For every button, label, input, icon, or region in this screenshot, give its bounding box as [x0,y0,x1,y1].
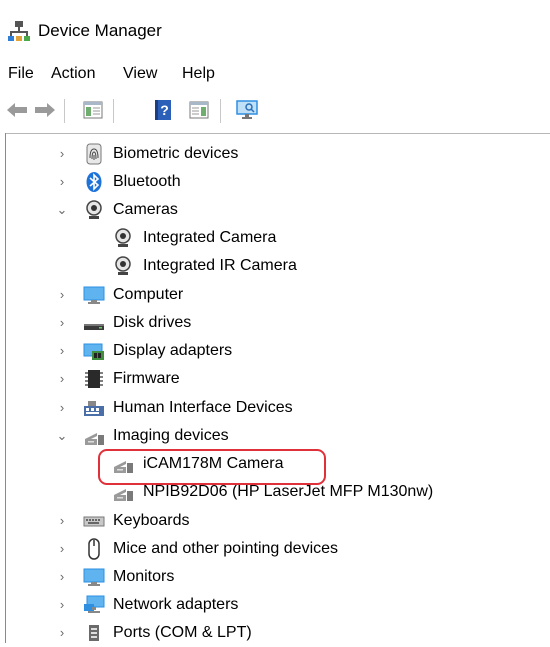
menu-file[interactable]: File [8,62,34,86]
title-bar: Device Manager [0,0,550,62]
chip-icon [85,370,103,388]
expand-chevron-icon[interactable]: › [55,541,69,557]
expand-chevron-icon[interactable]: › [55,371,69,387]
action-pane-icon [189,101,209,119]
tree-item-cameras[interactable]: ⌄ Cameras [6,196,550,224]
tree-item-label: Keyboards [113,512,190,529]
collapse-chevron-icon[interactable]: ⌄ [55,428,69,444]
toolbar-separator [113,99,114,123]
back-arrow-icon [7,103,27,117]
tree-item-label: Biometric devices [113,145,239,162]
tree-item-label: Monitors [113,568,175,585]
tree-item-label: Bluetooth [113,173,181,190]
tree-item-label: Human Interface Devices [113,399,293,416]
back-button[interactable] [4,97,30,123]
menu-help[interactable]: Help [182,62,215,86]
tree-item-disk-drives[interactable]: › Disk drives [6,309,550,337]
expand-chevron-icon[interactable]: › [55,569,69,585]
menu-action[interactable]: Action [51,62,95,86]
window-title: Device Manager [38,21,162,40]
tree-item-display-adapters[interactable]: › Display adapters [6,337,550,365]
fingerprint-icon [86,143,102,165]
keyboard-icon [83,516,105,527]
display-adapter-icon [83,343,104,360]
monitor-icon [83,568,105,586]
tree-item-label: Computer [113,286,184,303]
webcam-icon [115,256,131,275]
tree-item-label: Network adapters [113,596,239,613]
tree-border [5,133,550,134]
toolbar-separator [64,99,65,123]
tree-item-integrated-ir-camera[interactable]: Integrated IR Camera [6,252,550,280]
tree-item-bluetooth[interactable]: › Bluetooth [6,168,550,196]
disk-drive-icon [84,324,104,330]
console-tree-icon [83,101,103,119]
menu-view[interactable]: View [123,62,157,86]
tree-item-network-adapters[interactable]: › Network adapters [6,591,550,619]
scan-hardware-button[interactable] [234,97,260,123]
expand-chevron-icon[interactable]: › [55,146,69,162]
highlight-annotation [98,449,326,485]
tree-item-label: Firmware [113,370,180,387]
expand-chevron-icon[interactable]: › [55,315,69,331]
bluetooth-icon [86,172,102,192]
tree-item-firmware[interactable]: › Firmware [6,365,550,393]
tree-item-biometric-devices[interactable]: › Biometric devices [6,140,550,168]
tree-item-mice[interactable]: › Mice and other pointing devices [6,535,550,563]
network-adapter-icon [84,595,105,613]
expand-chevron-icon[interactable]: › [55,625,69,641]
toolbar: ? [0,90,550,132]
forward-button[interactable] [32,97,58,123]
svg-text:?: ? [160,102,169,118]
tree-item-computer[interactable]: › Computer [6,281,550,309]
expand-chevron-icon[interactable]: › [55,400,69,416]
expand-chevron-icon[interactable]: › [55,174,69,190]
tree-item-label: Cameras [113,201,178,218]
tree-item-keyboards[interactable]: › Keyboards [6,507,550,535]
webcam-icon [115,228,131,247]
mouse-icon [88,538,100,560]
monitor-icon [83,286,105,304]
menu-bar: File Action View Help [0,62,550,86]
forward-arrow-icon [35,103,55,117]
imaging-device-icon [85,433,104,445]
show-action-pane-button[interactable] [186,97,212,123]
expand-chevron-icon[interactable]: › [55,513,69,529]
device-manager-icon [8,21,30,41]
tree-item-human-interface-devices[interactable]: › Human Interface Devices [6,394,550,422]
hid-icon [84,401,104,416]
port-icon [89,625,99,641]
expand-chevron-icon[interactable]: › [55,597,69,613]
scan-monitor-icon [236,100,258,119]
tree-item-label: Ports (COM & LPT) [113,624,252,641]
expand-chevron-icon[interactable]: › [55,287,69,303]
tree-item-imaging-devices[interactable]: ⌄ Imaging devices [6,422,550,450]
help-icon: ? [155,100,171,120]
tree-item-label: Imaging devices [113,427,229,444]
device-tree[interactable]: › Biometric devices › Bluetooth ⌄ Camera… [6,140,550,643]
tree-item-label: Display adapters [113,342,233,359]
tree-item-label: Mice and other pointing devices [113,540,339,557]
toolbar-separator [220,99,221,123]
tree-item-label: Integrated Camera [143,229,277,246]
tree-item-monitors[interactable]: › Monitors [6,563,550,591]
collapse-chevron-icon[interactable]: ⌄ [55,202,69,218]
tree-item-label: Integrated IR Camera [143,257,297,274]
expand-chevron-icon[interactable]: › [55,343,69,359]
help-button[interactable]: ? [150,97,176,123]
show-hide-console-tree-button[interactable] [80,97,106,123]
tree-item-label: Disk drives [113,314,192,331]
tree-item-integrated-camera[interactable]: Integrated Camera [6,224,550,252]
webcam-icon [86,200,102,219]
